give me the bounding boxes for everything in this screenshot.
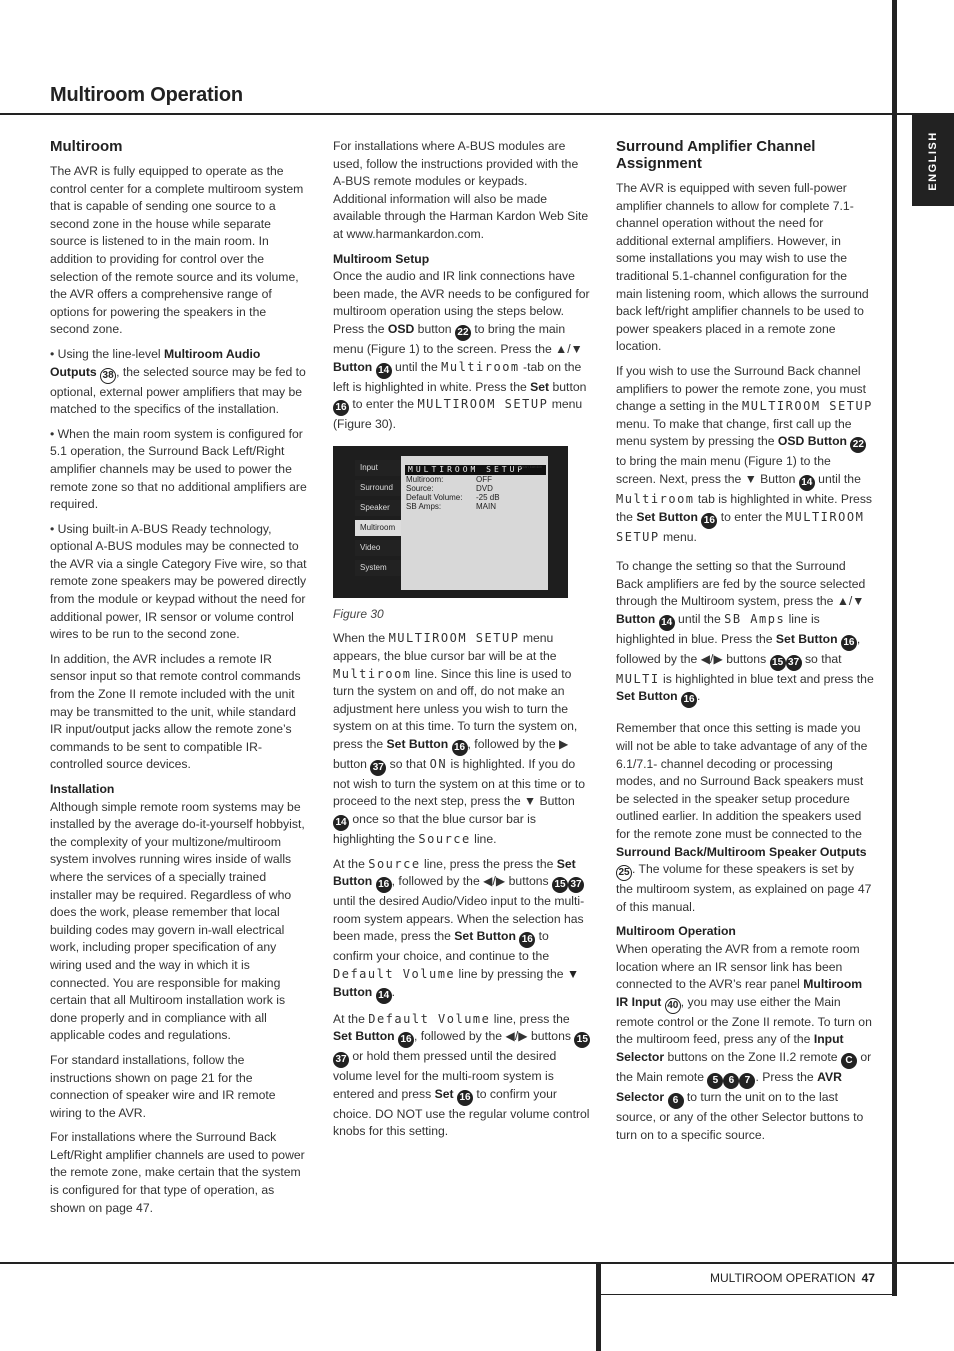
callout-number-icon: 37 [568, 877, 584, 894]
footer-section-name: MULTIROOM OPERATION [710, 1271, 856, 1285]
callout-number-icon: 7 [739, 1072, 756, 1089]
section-heading-surround-amplifier: Surround Amplifier Channel Assignment [616, 138, 816, 172]
paragraph: If you wish to use the Surround Back cha… [616, 363, 873, 544]
page-title: Multiroom Operation [50, 84, 243, 106]
callout-number-icon: 15 [574, 1032, 591, 1049]
callout-letter-icon: C [840, 1052, 857, 1069]
subheading-multiroom-operation: Multiroom Operation [616, 924, 736, 939]
callout-number-icon: 6 [667, 1092, 684, 1109]
bullet-paragraph: • Using the line-level Multiroom Audio O… [50, 346, 306, 417]
menu-tab-input: Input [355, 459, 404, 476]
paragraph: In addition, the AVR includes a remote I… [50, 651, 301, 772]
menu-tabs: Input Surround Speaker Multiroom Video S… [355, 459, 404, 580]
bullet-paragraph: • When the main room system is configure… [50, 426, 307, 512]
menu-tab-video: Video [355, 539, 404, 556]
callout-number-icon: 37 [785, 654, 802, 671]
callout-number-icon: 25 [616, 865, 632, 882]
menu-row: Source: DVD [406, 483, 493, 493]
subheading-multiroom-setup: Multiroom Setup [333, 251, 430, 266]
paragraph: For installations where A-BUS modules ar… [333, 139, 579, 189]
callout-number-icon: 16 [398, 1032, 414, 1049]
subheading-installation: Installation [50, 782, 115, 796]
callout-number-icon: 16 [701, 512, 718, 529]
paragraph: When the MULTIROOM SETUP menu appears, t… [333, 631, 585, 847]
menu-row: SB Amps: MAIN [406, 501, 496, 511]
callout-number-icon: 22 [850, 437, 867, 454]
paragraph: Additional information will also be made… [333, 191, 589, 241]
paragraph: To change the setting so that the Surrou… [616, 558, 874, 709]
callout-number-icon: 14 [658, 614, 675, 631]
callout-number-icon: 37 [370, 759, 387, 776]
callout-number-icon: 16 [333, 400, 349, 417]
footer: MULTIROOM OPERATION 47 [710, 1271, 875, 1285]
paragraph: At the Default Volume line, press the Se… [333, 1011, 591, 1139]
callout-number-icon: 15 [769, 654, 786, 671]
callout-number-icon: 14 [375, 362, 392, 379]
language-tab: ENGLISH [912, 115, 954, 206]
paragraph: The AVR is fully equipped to operate as … [50, 164, 304, 337]
footer-vertical-rule [596, 1262, 601, 1351]
menu-row: Default Volume: -25 dB [406, 492, 500, 502]
paragraph: Remember that once this setting is made … [616, 721, 872, 914]
footer-rule [0, 1262, 954, 1264]
paragraph: Once the audio and IR link connections h… [333, 269, 590, 432]
section-heading-multiroom: Multiroom [50, 138, 123, 155]
callout-number-icon: 14 [333, 815, 349, 832]
callout-number-icon: 14 [375, 987, 392, 1004]
menu-tab-multiroom: Multiroom [355, 519, 404, 536]
callout-number-icon: 16 [840, 634, 857, 651]
callout-number-icon: 16 [375, 877, 392, 894]
callout-number-icon: 16 [457, 1089, 473, 1106]
paragraph: Although simple remote room systems may … [50, 799, 305, 1043]
column-2: For installations where A-BUS modules ar… [333, 138, 591, 1148]
callout-number-icon: 22 [454, 324, 471, 341]
callout-number-icon: 15 [552, 877, 568, 894]
menu-panel: harman kardon MULTIROOM SETUP Multiroom:… [401, 455, 548, 590]
brand-logo: harman kardon [515, 463, 542, 469]
header-rule [0, 113, 954, 115]
paragraph: For standard installations, follow the i… [50, 1052, 276, 1120]
callout-number-icon: 5 [707, 1072, 724, 1089]
paragraph: At the Source line, press the press the … [333, 856, 591, 1004]
callout-number-icon: 6 [723, 1072, 740, 1089]
page-number: 47 [861, 1271, 875, 1285]
callout-number-icon: 14 [798, 474, 815, 491]
menu-tab-surround: Surround [355, 479, 404, 496]
menu-tab-speaker: Speaker [355, 499, 404, 516]
paragraph: When operating the AVR from a remote roo… [616, 942, 872, 1142]
callout-number-icon: 16 [681, 692, 697, 709]
callout-number-icon: 38 [100, 367, 117, 384]
figure-30-menu-screenshot: Input Surround Speaker Multiroom Video S… [333, 445, 568, 598]
footer-box-rule [601, 1294, 897, 1295]
callout-number-icon: 16 [519, 932, 536, 949]
callout-number-icon: 16 [451, 739, 468, 756]
paragraph: For installations where the Surround Bac… [50, 1130, 305, 1215]
figure-caption: Figure 30 [333, 606, 384, 621]
menu-tab-system: System [355, 559, 404, 576]
menu-row: Multiroom: OFF [406, 474, 492, 484]
right-margin-rule [892, 0, 897, 1296]
bullet-paragraph: • Using built-in A-BUS Ready technology,… [50, 521, 307, 642]
callout-number-icon: 37 [333, 1052, 349, 1069]
column-3: Surround Amplifier Channel Assignment Th… [616, 138, 874, 1151]
language-tab-label: ENGLISH [927, 130, 939, 191]
column-1: Multiroom The AVR is fully equipped to o… [50, 138, 308, 1224]
paragraph: The AVR is equipped with seven full-powe… [616, 181, 869, 354]
callout-number-icon: 40 [664, 997, 681, 1014]
